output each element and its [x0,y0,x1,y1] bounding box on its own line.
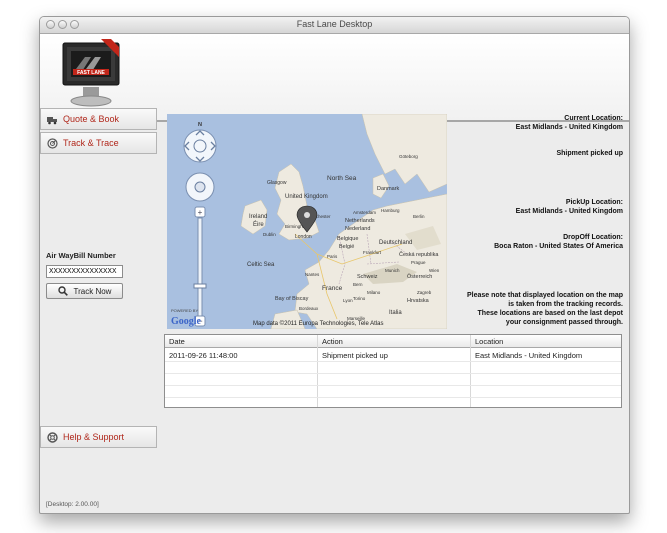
map-label-amsterdam: Amsterdam [353,210,376,215]
map-label-dublin: Dublin [263,232,276,237]
lifebuoy-icon [47,431,58,443]
radar-icon [47,137,58,149]
map-label-deutschland: Deutschland [379,240,412,246]
note-line: your consignment passed through. [505,319,623,326]
dropoff-label: DropOff Location: [563,234,623,241]
nav-track-trace[interactable]: Track & Trace [40,132,157,154]
svg-text:+: + [198,208,203,217]
map-label-ceska-republika: Česká republika [399,251,439,258]
table-cell-action: Shipment picked up [322,351,388,360]
window-title: Fast Lane Desktop [296,19,373,29]
column-header-location[interactable]: Location [475,337,503,346]
nav-quote-book[interactable]: Quote & Book [40,108,157,130]
table-header: Date Action Location [165,335,621,348]
map-label-london: London [295,234,312,240]
nav-help-support-label: Help & Support [63,432,125,442]
map-label-north-sea: North Sea [327,175,357,182]
current-location-label: Current Location: [564,115,623,122]
map-label-nantes: Nantes [305,272,320,277]
map-label-netherlands: Netherlands [345,218,375,224]
version-label: [Desktop: 2.00.00] [46,501,99,508]
fast-lane-logo: FAST LANE [62,39,120,107]
compass-n-label: N [198,122,202,128]
map-label-wien: Wien [429,268,440,273]
truck-icon [47,116,57,124]
map-label-lyon: Lyon [343,298,353,303]
track-now-button[interactable]: Track Now [46,283,123,299]
current-location-value: East Midlands - United Kingdom [515,124,623,131]
shipment-status: Shipment picked up [556,150,623,157]
map-label-paris: Paris [327,254,338,259]
map-label-munich: Munich [385,268,400,273]
map-label-hamburg: Hamburg [381,208,400,213]
column-header-date[interactable]: Date [169,337,185,346]
table-cell-location: East Midlands - United Kingdom [475,351,583,360]
nav-track-trace-label: Track & Trace [63,138,119,148]
map-label-goteborg: Göteborg [399,154,418,159]
map-label-celtic-sea: Celtic Sea [247,262,275,268]
app-window: Fast Lane Desktop FAST LANE Quote & Book… [39,16,630,514]
map-label-danmark: Danmark [377,186,400,192]
map-label-zagreb: Zagreb [417,290,432,295]
map-label-milano: Milano [367,290,381,295]
note-line: is taken from the tracking records. [508,301,623,308]
map-label-frankfurt: Frankfurt [363,250,382,255]
map-attribution: Map data ©2011 Europa Technologies, Tele… [253,320,384,327]
note-line: Please note that displayed location on t… [467,292,623,299]
map-rotate-control[interactable] [185,172,215,202]
track-now-label: Track Now [73,286,112,296]
map-label-bordeaux: Bordeaux [299,306,319,311]
tracking-history-table[interactable]: Date Action Location 2011-09-26 11:48:00… [164,334,622,408]
tracking-map[interactable]: N + − North Sea Glasgow United Kingdom M… [167,114,447,329]
map-label-nederland: Nederland [345,226,370,232]
map-label-italia: Italia [389,310,402,316]
column-header-action[interactable]: Action [322,337,343,346]
table-cell-date: 2011-09-26 11:48:00 [169,351,238,360]
map-label-belgie: België [339,244,354,250]
map-label-bern: Bern [353,282,363,287]
map-label-eire: Éire [253,221,264,228]
sidebar: Quote & Book Track & Trace Air WayBill N… [40,108,158,498]
map-label-hrvatska: Hrvatska [407,298,430,304]
map-label-belgique: Belgique [337,236,358,242]
title-bar[interactable]: Fast Lane Desktop [40,17,629,34]
map-label-torino: Torino [353,296,366,301]
map-location-note: Please note that displayed location on t… [460,291,623,327]
map-label-prague: Prague [411,260,426,265]
map-label-france: France [322,285,343,292]
map-label-glasgow: Glasgow [267,180,287,186]
awb-input[interactable]: XXXXXXXXXXXXXXX [46,265,123,278]
svg-text:FAST LANE: FAST LANE [77,70,105,76]
note-line: These locations are based on the last de… [477,310,623,317]
awb-label: Air WayBill Number [46,251,116,260]
map-label-osterreich: Österreich [407,273,432,280]
pickup-value: East Midlands - United Kingdom [515,208,623,215]
map-canvas[interactable]: N + − North Sea Glasgow United Kingdom M… [167,114,447,329]
map-label-bay-of-biscay: Bay of Biscay [275,296,309,302]
google-logo: Google [171,316,202,327]
map-label-schweiz: Schweiz [357,274,378,280]
nav-quote-book-label: Quote & Book [63,114,120,124]
pickup-label: PickUp Location: [565,199,623,206]
dropoff-value: Boca Raton - United States Of America [494,243,623,250]
nav-help-support[interactable]: Help & Support [40,426,157,448]
search-icon [57,286,68,296]
map-label-united-kingdom: United Kingdom [285,194,328,200]
map-label-berlin: Berlin [413,214,425,219]
map-label-ireland: Ireland [249,214,267,220]
powered-by-label: POWERED BY [171,308,198,313]
